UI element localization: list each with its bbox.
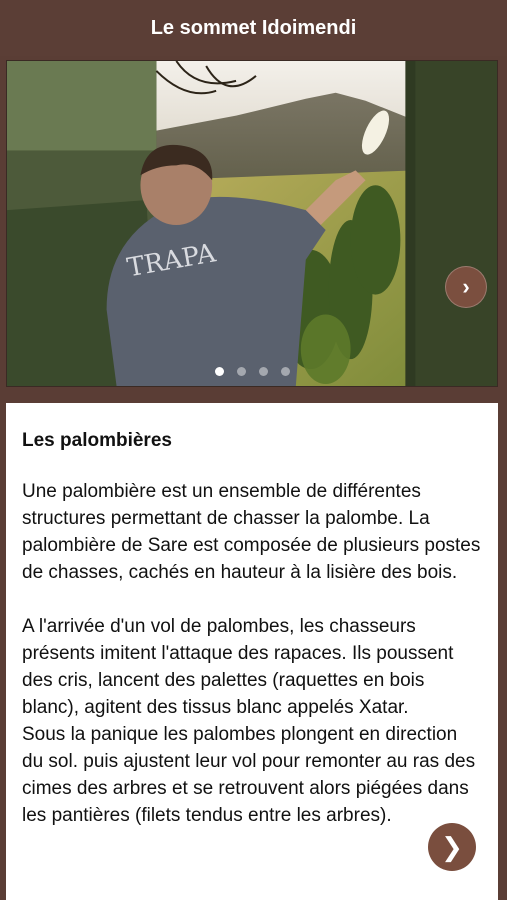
paragraph-1: Une palombière est un ensemble de différ… (22, 481, 481, 583)
next-page-button[interactable]: ❯ (428, 823, 476, 871)
page-title: Le sommet Idoimendi (150, 16, 357, 39)
image-carousel[interactable]: TRAPA › (6, 60, 498, 387)
pagination-dot-2[interactable] (236, 367, 246, 376)
paragraph-3: Sous la panique les palombes plongent en… (22, 724, 476, 826)
carousel-next-button[interactable]: › (445, 266, 487, 308)
paragraph-2: A l'arrivée d'un vol de palombes, les ch… (22, 616, 454, 718)
chevron-right-icon: › (462, 274, 470, 299)
pagination-dot-3[interactable] (258, 367, 268, 376)
carousel-photo: TRAPA (7, 61, 497, 386)
pagination-dot-4[interactable] (280, 367, 290, 376)
chevron-right-icon: ❯ (441, 831, 463, 862)
carousel-pagination (7, 367, 497, 376)
description-panel: Les palombières Une palombière est un en… (6, 403, 498, 900)
section-title: Les palombières (22, 430, 172, 451)
app-header: Le sommet Idoimendi (0, 0, 507, 56)
pagination-dot-1[interactable] (214, 367, 224, 376)
